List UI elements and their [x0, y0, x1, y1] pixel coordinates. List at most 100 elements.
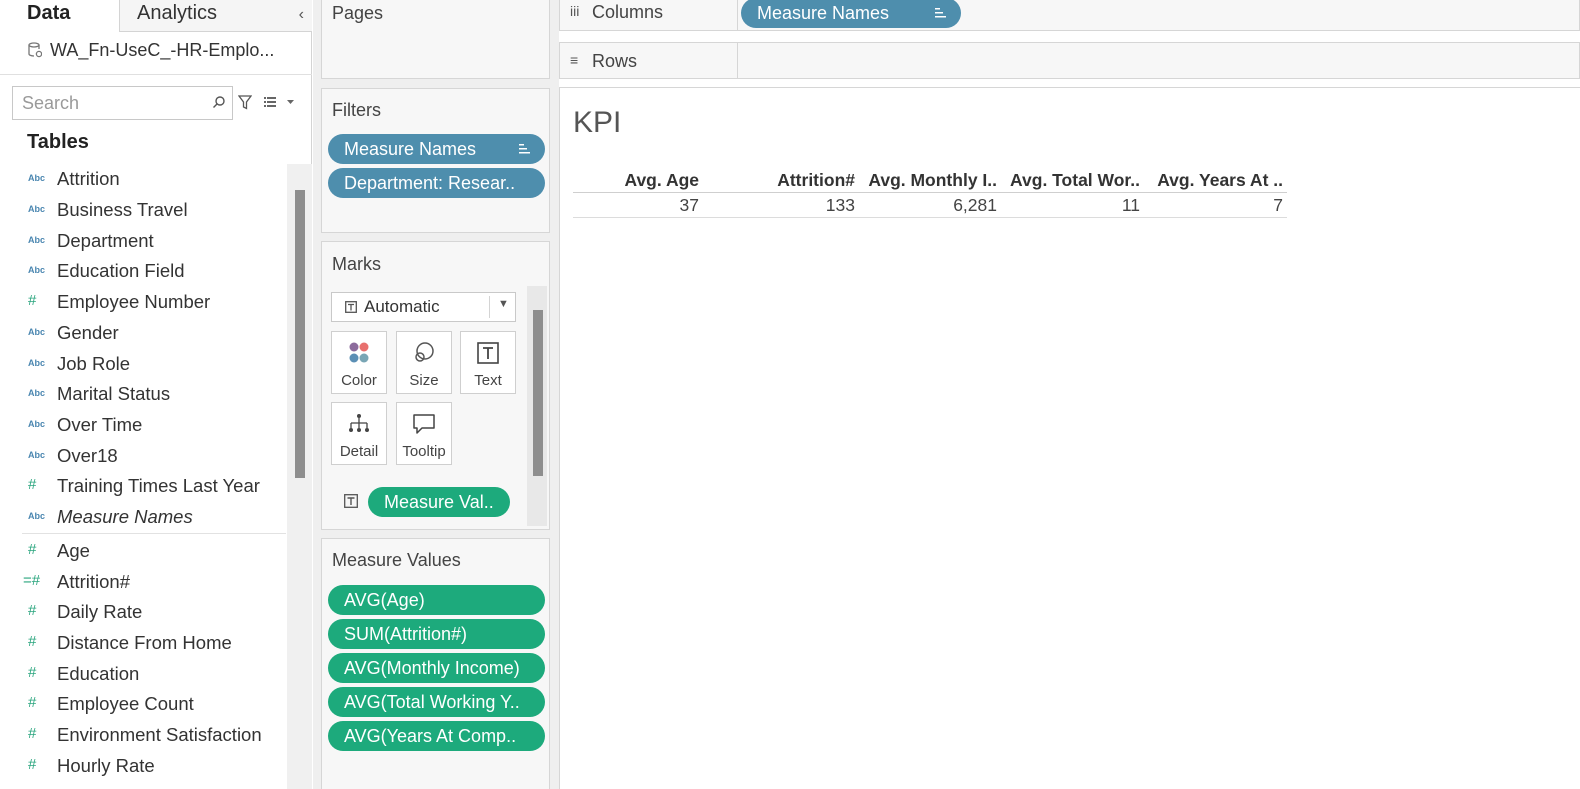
measure-value-pill[interactable]: SUM(Attrition#)	[328, 619, 545, 649]
number-type-icon: #	[28, 756, 37, 773]
filter-pill-measure-names[interactable]: Measure Names	[328, 134, 545, 164]
field-name: Hourly Rate	[57, 755, 155, 776]
column-header[interactable]: Avg. Total Wor..	[997, 170, 1140, 194]
tooltip-button[interactable]: Tooltip	[396, 402, 452, 465]
measure-values-card[interactable]: Measure Values AVG(Age) SUM(Attrition#) …	[321, 538, 550, 789]
collapse-pane-icon[interactable]: ‹	[299, 2, 304, 28]
field-name: Age	[57, 540, 90, 561]
color-button[interactable]: Color	[331, 331, 387, 394]
field-item[interactable]: Abc Over18	[22, 441, 286, 471]
string-type-icon: Abc	[28, 235, 46, 245]
color-icon	[332, 340, 386, 366]
field-item[interactable]: Abc Measure Names	[22, 502, 286, 532]
text-encoding-pill[interactable]: Measure Val..	[368, 487, 510, 517]
field-item[interactable]: # Employee Number	[22, 287, 286, 317]
mark-type-dropdown[interactable]: Automatic ▼	[331, 292, 516, 322]
field-item[interactable]: # Environment Satisfaction	[22, 720, 286, 750]
detail-button[interactable]: Detail	[331, 402, 387, 465]
kpi-value[interactable]: 133	[699, 195, 855, 219]
measure-value-pill[interactable]: AVG(Monthly Income)	[328, 653, 545, 683]
datasource-icon	[28, 42, 42, 58]
columns-pill-measure-names[interactable]: Measure Names	[741, 0, 961, 28]
field-list: Abc Attrition Abc Business Travel Abc Depar…	[22, 164, 286, 789]
column-header[interactable]: Avg. Monthly I..	[855, 170, 997, 194]
column-header[interactable]: Attrition#	[699, 170, 855, 194]
datasource-item[interactable]: WA_Fn-UseC_-HR-Emplo...	[28, 40, 274, 61]
kpi-value[interactable]: 11	[997, 195, 1140, 219]
detail-icon	[349, 414, 369, 432]
pages-card[interactable]: Pages	[321, 0, 550, 79]
measure-value-pill[interactable]: AVG(Total Working Y..	[328, 687, 545, 717]
filters-card[interactable]: Filters Measure Names Department: Resear…	[321, 88, 550, 233]
view-options-icon[interactable]	[264, 96, 296, 108]
divider	[489, 296, 490, 318]
number-type-icon: #	[28, 633, 37, 650]
field-item[interactable]: Abc Department	[22, 226, 286, 256]
field-item[interactable]: Abc Education Field	[22, 256, 286, 286]
field-item[interactable]: Abc Attrition	[22, 164, 286, 194]
field-item[interactable]: # Employee Count	[22, 689, 286, 719]
number-type-icon: #	[28, 476, 37, 493]
text-mark-icon	[345, 301, 357, 313]
tab-data[interactable]: Data	[0, 0, 120, 32]
marks-card[interactable]: Marks Automatic ▼ Color Size Text Detail…	[321, 241, 550, 530]
text-icon	[477, 342, 499, 364]
column-header[interactable]: Avg. Age	[573, 170, 699, 194]
tables-heading: Tables	[27, 131, 89, 153]
number-type-icon: #	[28, 602, 37, 619]
text-button-label: Text	[474, 372, 502, 389]
number-type-icon: #	[28, 541, 37, 558]
columns-shelf-label: iii Columns	[560, 0, 738, 30]
field-item[interactable]: Abc Marital Status	[22, 379, 286, 409]
filter-pill-department[interactable]: Department: Resear..	[328, 168, 545, 198]
field-item[interactable]: # Education	[22, 659, 286, 689]
search-input[interactable]	[13, 87, 208, 119]
marks-scroll-thumb[interactable]	[533, 310, 543, 476]
tab-analytics[interactable]: Analytics ‹	[120, 0, 312, 32]
measure-value-pill[interactable]: AVG(Years At Comp..	[328, 721, 545, 751]
text-button[interactable]: Text	[460, 331, 516, 394]
view-canvas[interactable]: KPI Avg. Age Attrition# Avg. Monthly I..…	[559, 87, 1580, 789]
pill-label: Measure Names	[757, 3, 890, 23]
field-name: Education Field	[57, 260, 185, 281]
field-item[interactable]: # Daily Rate	[22, 597, 286, 627]
filters-card-title: Filters	[332, 100, 381, 120]
field-name: Marital Status	[57, 383, 171, 404]
cards-pane: Pages Filters Measure Names Department: …	[313, 0, 559, 789]
field-list-scroll-thumb[interactable]	[295, 190, 305, 478]
kpi-value[interactable]: 6,281	[855, 195, 997, 219]
size-button-label: Size	[409, 372, 439, 389]
columns-shelf[interactable]: iii Columns Measure Names	[559, 0, 1580, 31]
field-item[interactable]: Abc Business Travel	[22, 195, 286, 225]
tooltip-button-label: Tooltip	[402, 443, 446, 460]
size-button[interactable]: Size	[396, 331, 452, 394]
field-item[interactable]: Abc Over Time	[22, 410, 286, 440]
field-item[interactable]: =# Attrition#	[22, 567, 286, 597]
field-name: Attrition	[57, 168, 120, 189]
field-name: Over Time	[57, 414, 143, 435]
search-icon	[213, 96, 225, 108]
search-box[interactable]	[12, 86, 233, 120]
field-item[interactable]: # Training Times Last Year	[22, 471, 286, 501]
field-name: Distance From Home	[57, 632, 232, 653]
filter-icon[interactable]	[238, 95, 252, 110]
string-type-icon: Abc	[28, 419, 46, 429]
field-item[interactable]: # Hourly Rate	[22, 751, 286, 781]
dimension-measure-divider	[22, 533, 286, 534]
rows-shelf[interactable]: ≡ Rows	[559, 42, 1580, 79]
detail-button-label: Detail	[339, 443, 379, 460]
measure-value-pill[interactable]: AVG(Age)	[328, 585, 545, 615]
field-item[interactable]: # Distance From Home	[22, 628, 286, 658]
field-item[interactable]: Abc Job Role	[22, 349, 286, 379]
number-type-icon: #	[28, 292, 37, 309]
string-type-icon: Abc	[28, 358, 46, 368]
kpi-value[interactable]: 7	[1140, 195, 1283, 219]
field-item[interactable]: # Age	[22, 536, 286, 566]
field-name: Department	[57, 230, 154, 251]
field-name: Training Times Last Year	[57, 475, 260, 496]
chevron-down-icon: ▼	[498, 298, 509, 310]
kpi-value[interactable]: 37	[573, 195, 699, 219]
rows-icon: ≡	[570, 52, 579, 68]
column-header[interactable]: Avg. Years At ..	[1140, 170, 1283, 194]
field-item[interactable]: Abc Gender	[22, 318, 286, 348]
